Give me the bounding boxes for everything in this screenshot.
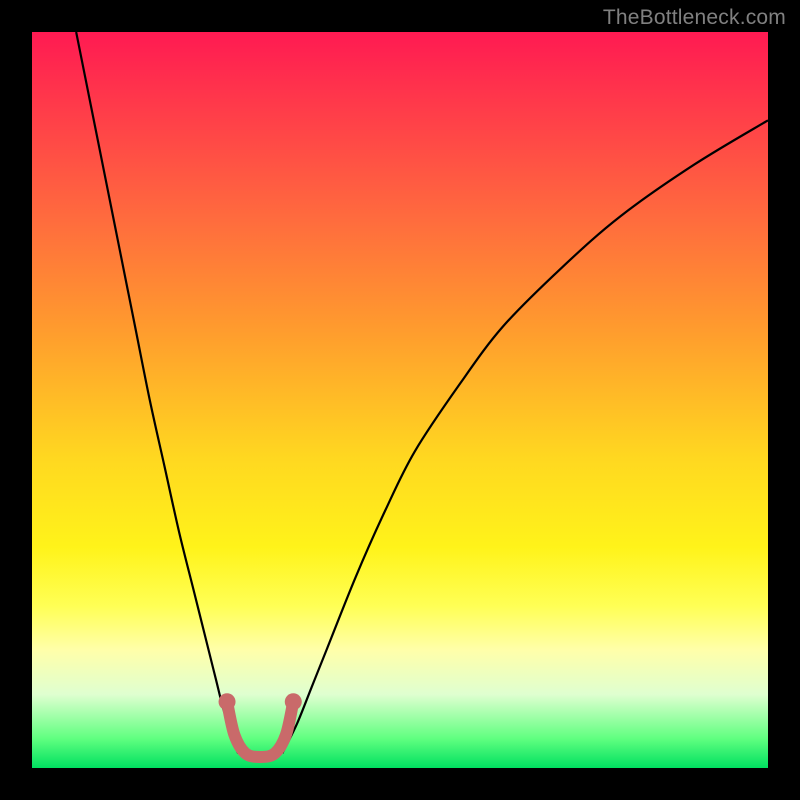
plot-area xyxy=(32,32,768,768)
valley-marker xyxy=(227,702,293,757)
curves-svg xyxy=(32,32,768,768)
valley-marker-dots xyxy=(219,693,302,710)
valley-marker-dot xyxy=(219,693,236,710)
chart-frame: TheBottleneck.com xyxy=(0,0,800,800)
right-curve xyxy=(282,120,768,753)
attribution-label: TheBottleneck.com xyxy=(603,6,786,30)
valley-marker-dot xyxy=(285,693,302,710)
left-curve xyxy=(76,32,238,753)
